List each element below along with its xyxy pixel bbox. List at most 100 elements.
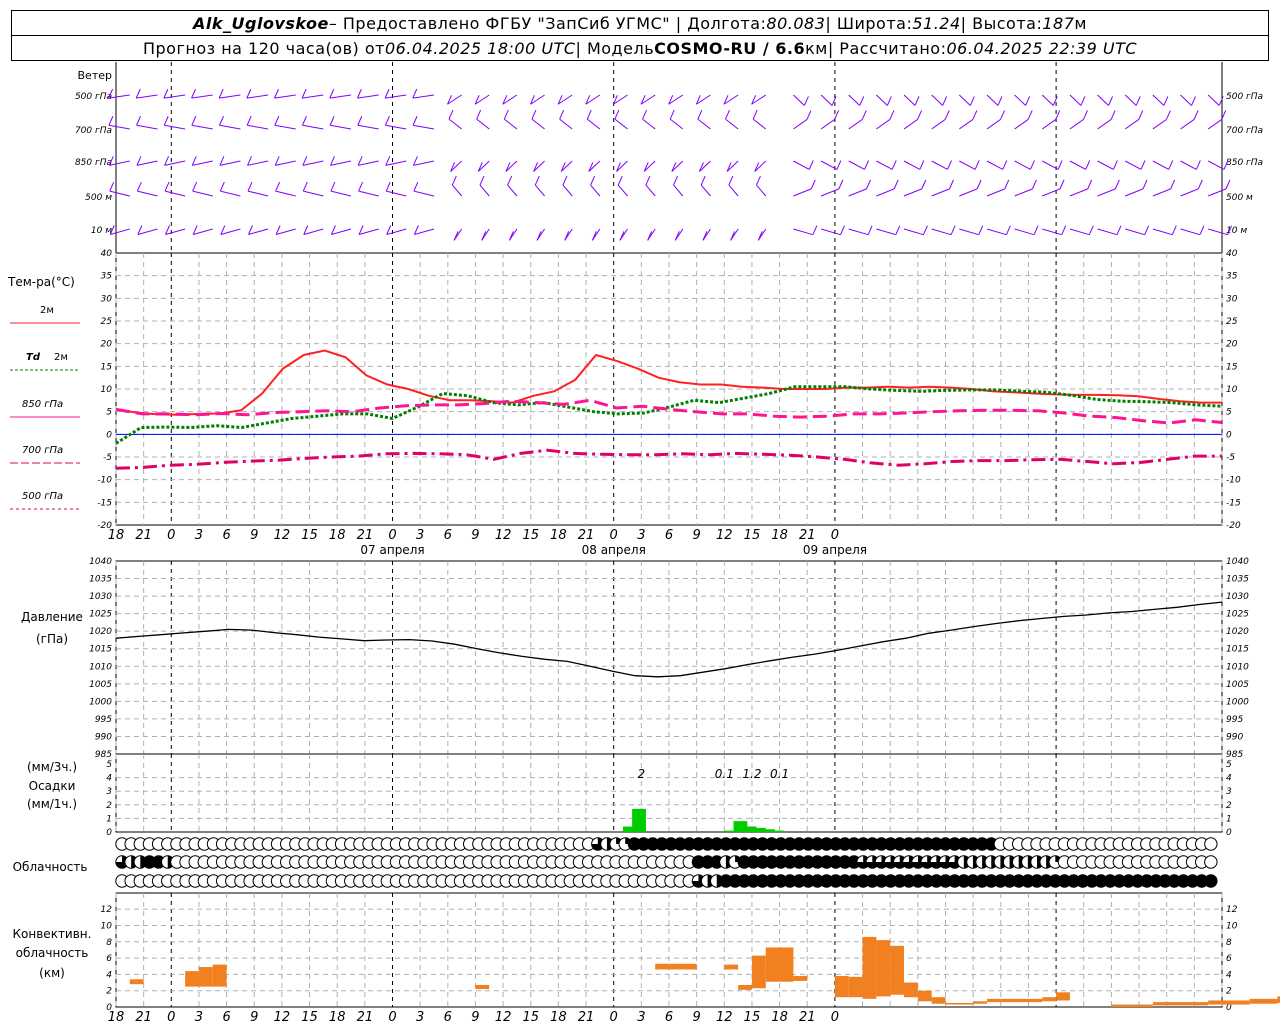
wind-barb [330,124,352,130]
wind-barb [192,160,213,166]
wind-barb-feather [136,156,142,166]
wind-barb-feather [917,110,923,120]
wind-barb-feather [1116,225,1122,235]
wind-barb [386,190,407,197]
wind-barb [302,160,324,166]
convective-tick-left: 10 [101,921,113,931]
wind-level-label-right: 500 гПа [1226,92,1263,102]
convective-bar [129,979,144,985]
pressure-tick-left: 1030 [89,592,112,602]
wind-barb-feather [586,109,592,120]
convective-tick-right: 6 [1226,954,1232,964]
wind-barb [931,119,946,130]
wind-barb-feather [1135,96,1141,106]
wind-barb-feather [590,175,596,186]
precip-amount-label: 2 [638,767,646,781]
wind-barb-feather [1004,179,1010,190]
temperature-axis-label: Тем-ра(°C) [7,275,75,289]
pressure-tick-right: 1035 [1226,575,1249,585]
wind-barb-feather [1144,225,1150,235]
wind-barb [246,94,269,99]
time-tick-label-bottom: 3 [416,1010,424,1024]
wind-barb [903,160,921,170]
wind-barb-feather [357,156,363,166]
convective-tick-left: 12 [101,905,113,915]
pressure-tick-right: 990 [1226,732,1243,742]
wind-barb [986,94,999,106]
wind-barb-feather [1197,179,1203,190]
wind-barb [1014,228,1035,236]
pressure-tick-right: 1000 [1226,697,1249,707]
wind-barb-feather [329,88,335,99]
wind-barb [1152,160,1169,170]
wind-barb-feather [1142,179,1148,190]
wind-barb [220,190,241,197]
wind-barb [669,118,684,130]
wind-barb [793,160,810,170]
pressure-tick-left: 990 [95,732,112,742]
pressure-tick-right: 985 [1226,750,1243,760]
wind-barb-feather [669,109,675,120]
wind-barb [1207,119,1223,130]
temperature-tick-left: 20 [101,340,113,350]
wind-barb-feather [109,181,115,192]
wind-barb [534,184,545,197]
wind-barb-feather [1168,160,1174,170]
wind-level-label-left: 500 гПа [75,92,112,102]
temperature-tick-left: 25 [101,317,113,327]
wind-barb [931,94,944,106]
wind-barb [412,124,435,130]
precip-bar [632,808,646,832]
convective-tick-right: 4 [1226,970,1232,980]
wind-barb [876,160,893,170]
wind-barb [931,188,950,197]
wind-barb [793,119,808,130]
wind-barb [1097,94,1109,106]
precip-tick-right: 5 [1226,760,1232,770]
time-tick-label: 0 [610,528,618,543]
wind-barb [820,119,835,130]
time-tick-label: 21 [135,528,152,543]
time-tick-label-bottom: 3 [195,1010,203,1024]
time-tick-label-bottom: 9 [693,1010,701,1024]
wind-barb-feather [950,225,956,235]
convective-bar [1042,997,1057,1002]
wind-level-label-left: 10 м [91,226,112,236]
wind-barb [1180,228,1201,236]
wind-barb [503,118,518,130]
wind-barb [477,160,490,172]
time-tick-label-bottom: 6 [444,1010,452,1024]
precip-unit1-label: (мм/1ч.) [27,797,77,811]
wind-barb-feather [534,175,540,186]
wind-barb-feather [645,175,651,186]
wind-barb-feather [413,181,419,192]
wind-barb-feather [1163,96,1169,106]
wind-barb [793,188,812,197]
wind-barb [848,188,867,197]
pressure-tick-left: 1040 [89,557,112,567]
wind-level-label-left: 850 гПа [75,158,112,168]
wind-barb-feather [1140,160,1146,170]
convective-bar [834,976,849,998]
wind-barb [385,124,407,130]
wind-barb-feather [274,156,280,166]
convective-bar [876,940,891,997]
wind-barb [1042,160,1059,170]
wind-barb [1069,188,1088,197]
precip-amount-label: 0.1 [715,767,734,781]
wind-barb [820,94,833,106]
time-tick-label-bottom: 15 [522,1010,539,1024]
wind-barb [1124,160,1142,170]
temperature-tick-left: 15 [101,362,113,372]
wind-barb-feather [1085,160,1091,170]
precip-amount-label: 0.1 [770,767,789,781]
wind-barb-feather [330,156,335,166]
wind-barb-feather [247,181,253,192]
precip-tick-right: 2 [1226,801,1232,811]
temperature-tick-left: 0 [106,430,112,440]
precip-tick-right: 4 [1226,774,1232,784]
wind-barb-feather [531,109,537,120]
wind-barb-feather [301,116,307,126]
wind-barb-feather [559,109,565,120]
wind-barb [275,160,296,166]
